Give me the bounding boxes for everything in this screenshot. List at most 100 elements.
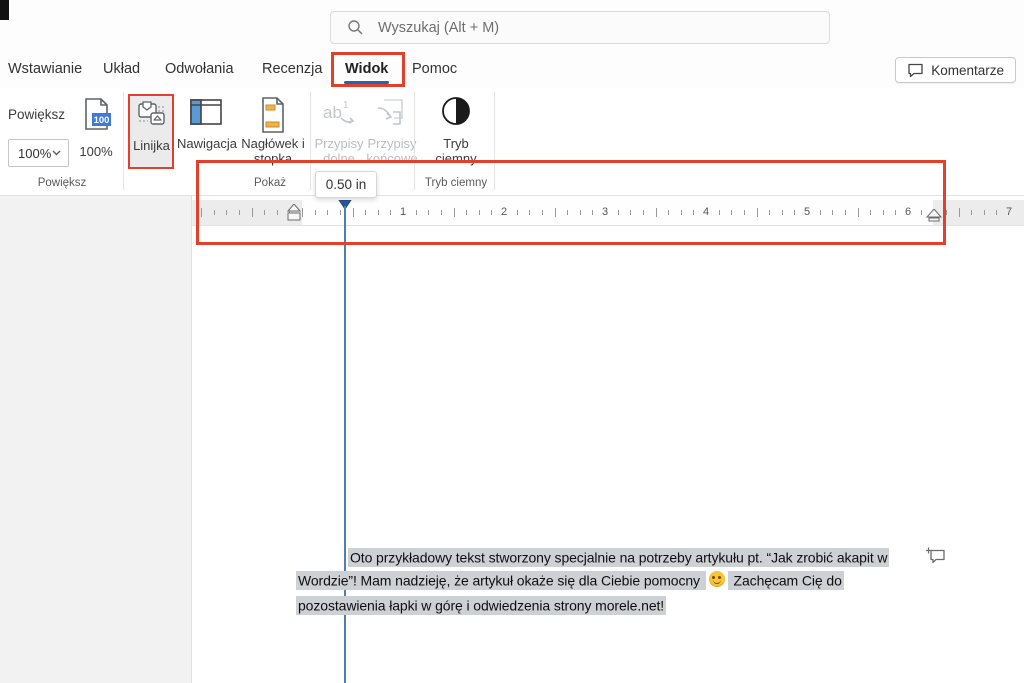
- ruler-tick: [592, 210, 593, 215]
- ruler-tick: [201, 208, 202, 217]
- ruler-tick: [895, 210, 896, 215]
- ruler-tick: [618, 210, 619, 215]
- zoom-100-label: 100%: [76, 144, 116, 159]
- selected-text: Oto przykładowy tekst stworzony specjaln…: [348, 548, 889, 567]
- ruler-number: 3: [602, 206, 608, 218]
- horizontal-ruler[interactable]: 1 2 3 4 5 6 7: [192, 200, 1024, 226]
- ruler-tick: [441, 210, 442, 215]
- document-area: 1 2 3 4 5 6 7 Oto przykładowy tekst stworzony …: [0, 196, 1024, 683]
- ruler-number: 2: [501, 206, 507, 218]
- ruler-tick: [769, 210, 770, 215]
- dark-mode-button[interactable]: Tryb ciemny: [425, 96, 487, 166]
- ruler-tick: [252, 208, 253, 217]
- corner-artifact: [0, 0, 9, 20]
- hanging-indent-marker[interactable]: [287, 204, 301, 222]
- ruler-tick: [416, 210, 417, 215]
- zoom-dialog-button[interactable]: Powiększ: [8, 107, 65, 122]
- ruler-tick: [693, 210, 694, 215]
- ruler-tick: [491, 210, 492, 215]
- search-icon: [347, 19, 364, 36]
- active-tab-underline: [344, 81, 389, 84]
- header-footer-button[interactable]: Nagłówek i stopka: [237, 96, 309, 166]
- search-input[interactable]: Wyszukaj (Alt + M): [330, 11, 830, 44]
- ruler-tick: [340, 210, 341, 215]
- ruler-number: 6: [905, 206, 911, 218]
- ruler-tick: [820, 210, 821, 215]
- ruler-number: 5: [804, 206, 810, 218]
- zoom-100-button[interactable]: 100 100%: [76, 96, 116, 159]
- document-paragraph[interactable]: Oto przykładowy tekst stworzony specjaln…: [296, 546, 956, 617]
- navigation-button-label: Nawigacja: [177, 136, 235, 151]
- svg-text:ab: ab: [323, 103, 342, 122]
- comment-bubble-icon: [907, 63, 924, 78]
- ruler-tick: [984, 210, 985, 215]
- endnotes-button: Przypisy końcowe: [366, 96, 418, 166]
- ruler-tick: [214, 210, 215, 215]
- tab-odwolania[interactable]: Odwołania: [165, 52, 234, 88]
- ruler-tick: [378, 210, 379, 215]
- zoom-level-dropdown[interactable]: 100%: [8, 139, 69, 167]
- tab-uklad[interactable]: Układ: [103, 52, 140, 88]
- tab-recenzja[interactable]: Recenzja: [262, 52, 322, 88]
- ruler-tick: [428, 210, 429, 215]
- tab-wstawianie[interactable]: Wstawianie: [8, 52, 82, 88]
- endnotes-icon: [366, 96, 418, 136]
- ruler-number: 7: [1006, 206, 1012, 218]
- ruler-number: 1: [400, 206, 406, 218]
- svg-text:1: 1: [343, 100, 349, 111]
- ruler-tick: [239, 210, 240, 215]
- selected-text: Zachęcam Cię do: [728, 571, 844, 590]
- ruler-tick: [971, 210, 972, 215]
- ruler-tick: [996, 210, 997, 215]
- footnotes-icon: ab 1: [314, 96, 364, 136]
- title-bar: Wyszukaj (Alt + M): [0, 0, 1024, 52]
- add-comment-indicator-icon[interactable]: [926, 547, 946, 564]
- ruler-tick: [782, 210, 783, 215]
- group-divider: [494, 92, 495, 190]
- ruler-tick: [454, 208, 455, 217]
- ruler-tick: [542, 210, 543, 215]
- ruler-tick: [226, 210, 227, 215]
- ruler-tick: [277, 210, 278, 215]
- ruler-tick: [315, 210, 316, 215]
- ruler-tick: [327, 210, 328, 215]
- zoom-100-page-icon: 100: [79, 96, 113, 141]
- paragraph-line-1: Oto przykładowy tekst stworzony specjaln…: [296, 546, 956, 569]
- smiling-face-emoji: [706, 571, 728, 594]
- group-label-powieksz: Powiększ: [10, 177, 114, 189]
- ruler-tick: [555, 208, 556, 217]
- endnotes-button-label: Przypisy końcowe: [366, 136, 418, 166]
- ruler-tick: [630, 210, 631, 215]
- ruler-tick: [959, 208, 960, 217]
- dark-mode-icon: [425, 96, 487, 136]
- ruler-button-label: Linijka: [130, 138, 173, 153]
- zoom-level-value: 100%: [18, 146, 51, 161]
- ruler-tick: [921, 210, 922, 215]
- paragraph-line-3: pozostawienia łapki w górę i odwiedzenia…: [296, 594, 956, 617]
- selected-text: Wordzie”! Mam nadzieję, że artykuł okaże…: [296, 571, 706, 590]
- comments-button[interactable]: Komentarze: [895, 57, 1016, 83]
- ruler-tick: [302, 208, 303, 217]
- ruler-number: 4: [703, 206, 709, 218]
- tab-pomoc[interactable]: Pomoc: [412, 52, 457, 88]
- app-background-panel: [0, 196, 192, 683]
- navigation-button[interactable]: Nawigacja: [177, 96, 235, 151]
- ruler-tick: [845, 210, 846, 215]
- ruler-tick: [365, 210, 366, 215]
- ruler-drag-tooltip: 0.50 in: [315, 171, 377, 198]
- ruler-tick: [529, 210, 530, 215]
- header-footer-icon: [237, 96, 309, 136]
- ribbon: Powiększ 100% 100 100% Powiększ: [0, 88, 1024, 196]
- right-indent-marker[interactable]: [926, 209, 942, 223]
- ruler-tick: [832, 210, 833, 215]
- ruler-toggle-button[interactable]: Linijka: [130, 96, 173, 168]
- ruler-tick: [656, 208, 657, 217]
- comments-button-label: Komentarze: [931, 63, 1004, 78]
- ruler-tick: [580, 210, 581, 215]
- dark-mode-button-label: Tryb ciemny: [425, 136, 487, 166]
- ruler-tick: [946, 210, 947, 215]
- group-label-tryb-ciemny: Tryb ciemny: [415, 177, 497, 189]
- chevron-down-icon: [52, 150, 61, 156]
- paragraph-line-2: Wordzie”! Mam nadzieję, że artykuł okaże…: [296, 569, 956, 594]
- ruler-tick: [466, 210, 467, 215]
